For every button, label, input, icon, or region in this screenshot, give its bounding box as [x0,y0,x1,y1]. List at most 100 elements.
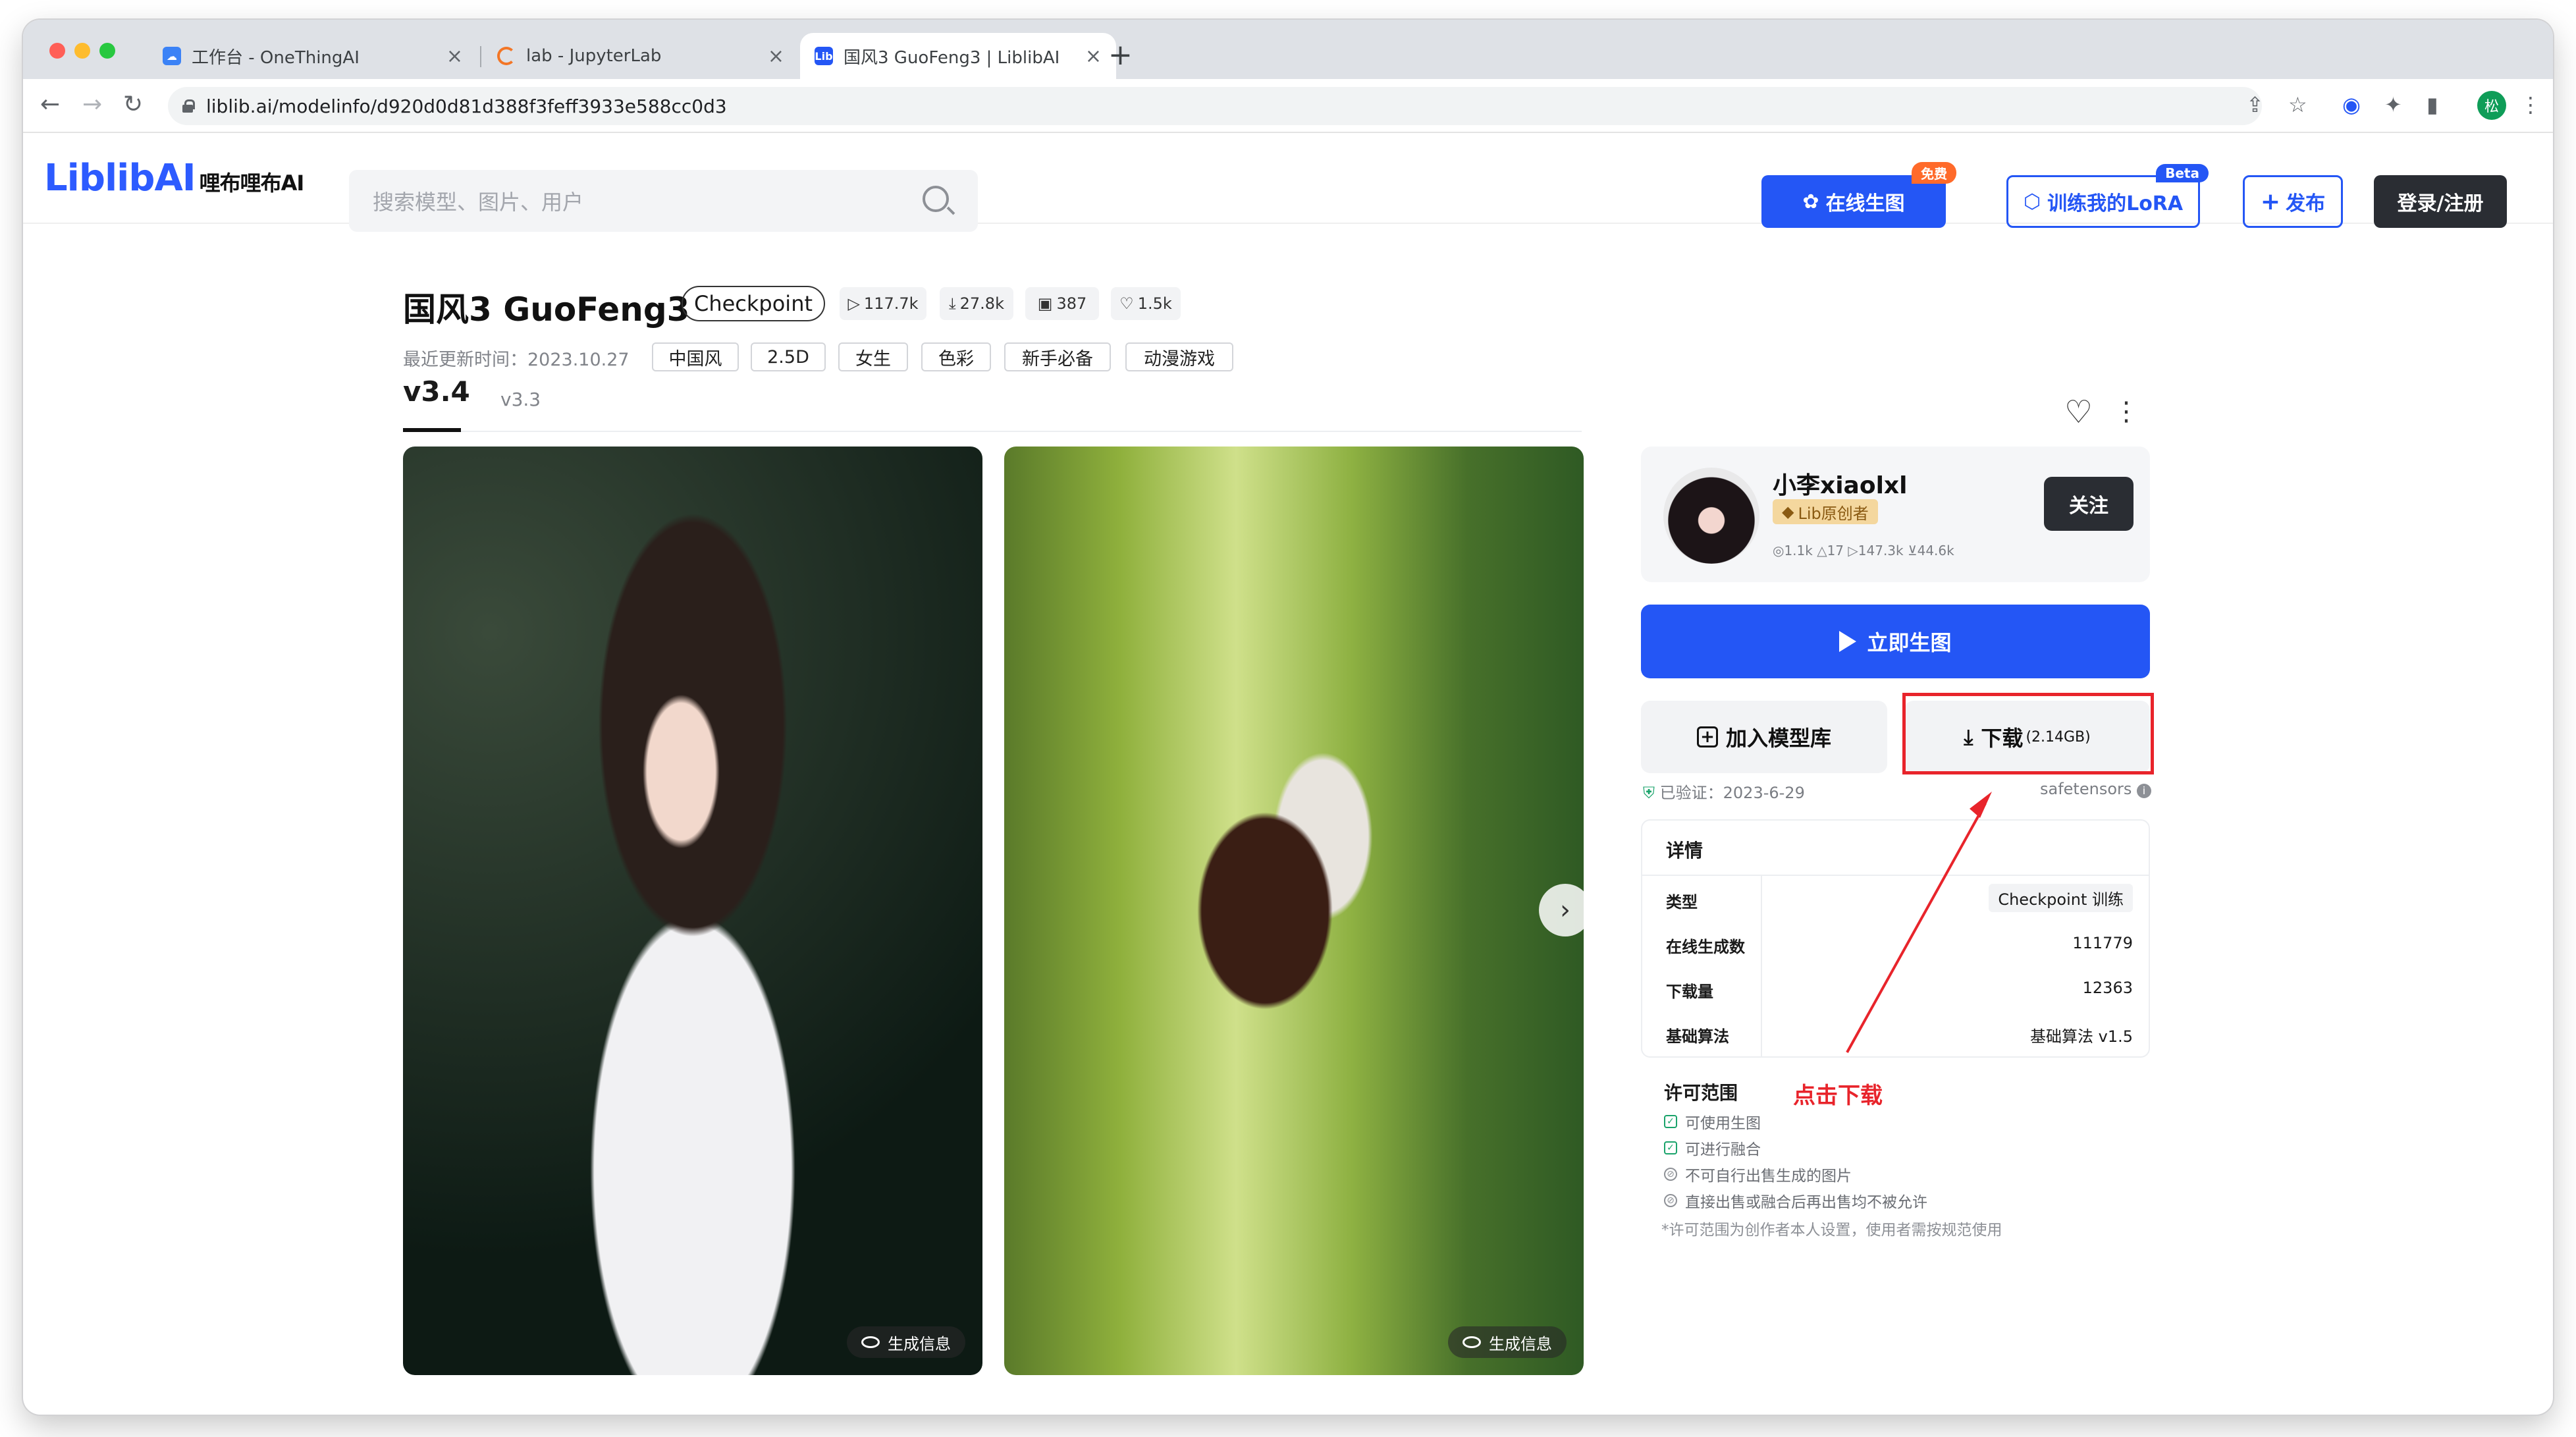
sample-image-2[interactable]: 生成信息 [1004,447,1584,1375]
author-name[interactable]: 小李xiaolxl [1773,466,1908,501]
runs-stat: ▷ 117.7k [840,287,926,320]
updated-time: 最近更新时间：2023.10.27 [403,350,630,370]
tag-item[interactable]: 中国风 [652,342,739,371]
extension-icon[interactable]: ◉ [2342,92,2361,117]
online-generate-button[interactable]: ✿ 在线生图 免费 [1761,162,1956,228]
address-bar[interactable]: liblib.ai/modelinfo/d920d0d81d388f3feff3… [168,87,2262,125]
row-key: 下载量 [1666,983,1713,1001]
sample-image-1[interactable]: 生成信息 [403,447,982,1375]
close-icon[interactable]: × [446,45,463,68]
close-icon[interactable]: × [768,45,784,68]
tab-onethingai[interactable]: ☁ 工作台 - OneThingAI × [148,33,477,79]
license-label: 可进行融合 [1685,1141,1761,1158]
online-generate-label: 在线生图 [1825,192,1905,215]
images-stat: ▣ 387 [1025,287,1099,320]
format-label: safetensors [2040,780,2132,798]
license-denied-item: ⊘ 直接出售或融合后再出售均不被允许 [1664,1189,1927,1212]
heart-icon: ♡ [1119,294,1134,313]
palette-icon: ✿ [1802,190,1819,213]
tab-liblibai[interactable]: Lib 国风3 GuoFeng3 | LiblibAI × [800,33,1116,79]
info-icon[interactable]: i [2137,784,2152,798]
menu-kebab-icon[interactable]: ⋮ [2520,92,2541,117]
row-value: 12363 [2082,979,2133,997]
license-allowed-item: ✓ 可使用生图 [1664,1110,1761,1133]
author-card: 小李xiaolxl ◆ Lib原创者 ◎1.1k △17 ▷147.3k ⊻44.… [1641,447,2150,582]
search-icon[interactable] [923,186,949,212]
generate-now-label: 立即生图 [1867,630,1952,655]
geninfo-label: 生成信息 [1489,1334,1552,1353]
play-icon: ▷ [847,294,860,313]
prohibited-icon: ⊘ [1664,1194,1677,1207]
back-icon[interactable]: ← [40,91,60,118]
forward-icon[interactable]: → [82,91,102,118]
tag-item[interactable]: 色彩 [921,342,991,371]
row-key: 在线生成数 [1666,938,1745,956]
download-highlight-box [1902,693,2154,774]
row-key: 基础算法 [1666,1027,1729,1046]
author-stats: ◎1.1k △17 ▷147.3k ⊻44.6k [1773,543,1954,558]
minimize-window-dot[interactable] [74,43,90,59]
publish-button[interactable]: + 发布 [2243,175,2343,228]
bookmark-star-icon[interactable]: ☆ [2288,92,2307,117]
tab-divider [480,46,481,67]
next-image-chevron-icon[interactable]: › [1539,884,1592,936]
profile-avatar[interactable]: 松 [2477,91,2506,120]
version-divider [403,431,1582,432]
tag-item[interactable]: 女生 [838,342,908,371]
search-input[interactable]: 搜索模型、图片、用户 [349,170,978,232]
downloads-value: 27.8k [959,294,1004,313]
new-tab-button[interactable]: + [1108,38,1133,72]
license-label: 直接出售或融合后再出售均不被允许 [1685,1194,1927,1211]
details-header: 详情 [1666,840,1704,861]
annotation-text: 点击下载 [1793,1083,1883,1109]
sidebar-icon[interactable]: ▮ [2427,92,2438,117]
license-title: 许可范围 [1664,1082,1738,1104]
likes-stat: ♡ 1.5k [1111,287,1181,320]
logo-text: LiblibAI [44,157,196,200]
play-icon [1839,631,1857,652]
geninfo-label: 生成信息 [888,1334,951,1353]
more-options-icon[interactable]: ⋮ [2113,396,2139,427]
generation-info-button[interactable]: 生成信息 [847,1326,965,1358]
license-note: *许可范围为创作者本人设置，使用者需按规范使用 [1661,1222,2002,1239]
login-register-button[interactable]: 登录/注册 [2374,175,2507,228]
free-badge: 免费 [1912,162,1956,184]
puzzle-icon[interactable]: ✦ [2384,92,2402,117]
share-icon[interactable]: ⇪ [2246,92,2264,117]
generation-info-button[interactable]: 生成信息 [1448,1326,1567,1358]
check-icon: ✓ [1664,1141,1677,1154]
url-text[interactable]: liblib.ai/modelinfo/d920d0d81d388f3feff3… [206,95,727,117]
license-allowed-item: ✓ 可进行融合 [1664,1137,1761,1159]
browser-window: ☁ 工作台 - OneThingAI × lab - JupyterLab × … [23,20,2553,1415]
version-tab[interactable]: v3.3 [500,389,541,410]
tab-title: 国风3 GuoFeng3 | LiblibAI [844,47,1060,68]
liblib-logo[interactable]: LiblibAI 哩布哩布AI [44,157,304,200]
model-title: 国风3 GuoFeng3 [403,290,690,329]
version-tab-active[interactable]: v3.4 [403,375,470,408]
beta-badge: Beta [2156,164,2209,182]
publish-label: 发布 [2286,192,2326,215]
tag-item[interactable]: 2.5D [751,342,826,371]
follow-button[interactable]: 关注 [2044,477,2133,531]
site-header: LiblibAI 哩布哩布AI 搜索模型、图片、用户 ✿ 在线生图 免费 ⬡ 训练… [23,133,2553,232]
author-avatar[interactable] [1663,468,1759,564]
tab-jupyterlab[interactable]: lab - JupyterLab × [483,33,799,79]
add-to-library-button[interactable]: + 加入模型库 [1641,701,1887,773]
close-icon[interactable]: × [1085,45,1102,68]
row-value: Checkpoint 训练 [1989,884,2133,912]
image-icon: ▣ [1037,294,1053,313]
favorite-heart-icon[interactable]: ♡ [2064,394,2093,431]
train-lora-label: 训练我的LoRA [2047,192,2184,215]
annotation-arrow [1846,792,1992,1053]
zoom-window-dot[interactable] [99,43,115,59]
tab-title: lab - JupyterLab [526,46,662,66]
generate-now-button[interactable]: 立即生图 [1641,605,2150,678]
tag-item[interactable]: 动漫游戏 [1125,342,1233,371]
license-label: 不可自行出售生成的图片 [1685,1168,1852,1185]
close-window-dot[interactable] [49,43,65,59]
train-lora-button[interactable]: ⬡ 训练我的LoRA Beta [2006,164,2209,228]
download-icon: ⤓ [949,294,956,313]
eye-icon [861,1336,880,1348]
reload-icon[interactable]: ↻ [123,91,143,118]
tag-item[interactable]: 新手必备 [1004,342,1111,371]
